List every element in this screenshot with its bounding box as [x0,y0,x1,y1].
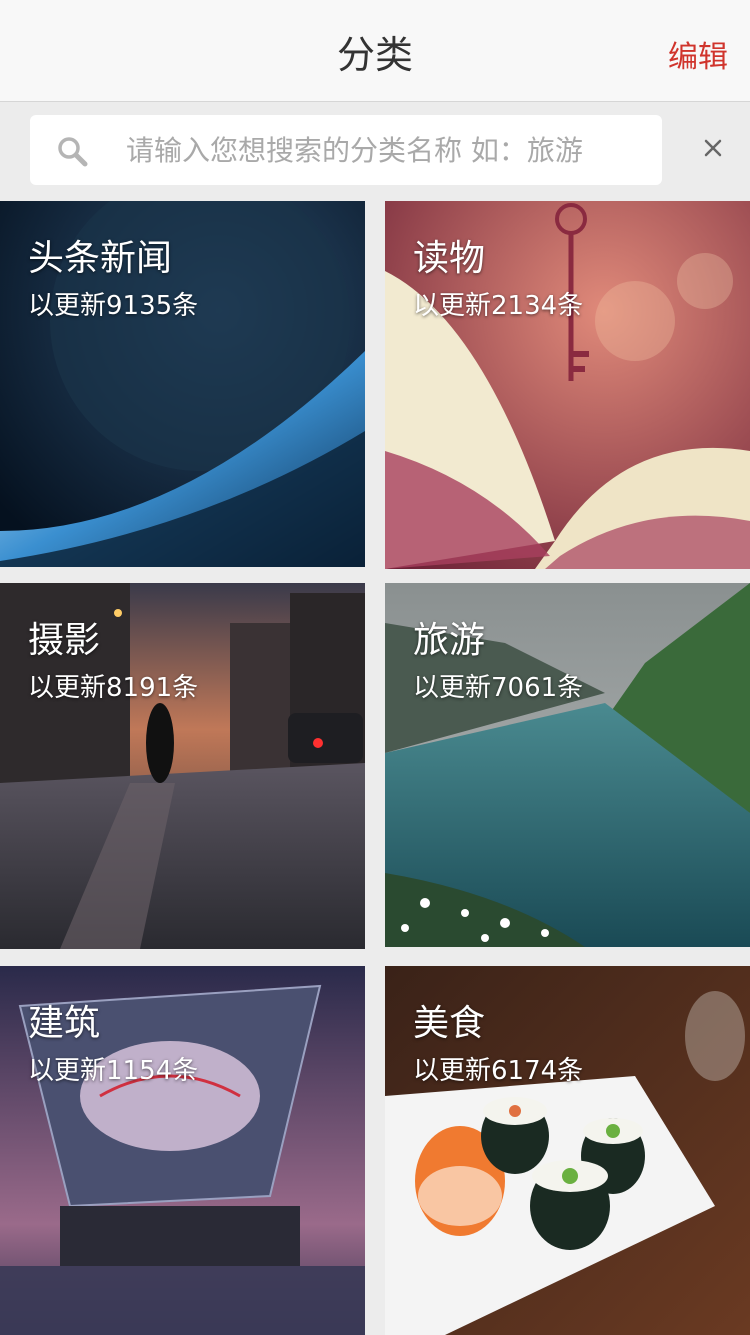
category-count: 以更新2134条 [413,291,584,321]
category-title: 头条新闻 [28,238,173,279]
category-title: 摄影 [28,620,101,661]
top-nav-bar: 分类 编辑 [0,0,750,102]
category-card-food[interactable]: 美食 以更新6174条 [385,966,750,1335]
category-card-reading[interactable]: 读物 以更新2134条 [385,201,750,569]
category-count: 以更新9135条 [28,291,199,321]
search-input[interactable] [126,115,646,185]
category-card-photography[interactable]: 摄影 以更新8191条 [0,583,365,949]
category-card-headlines[interactable]: 头条新闻 以更新9135条 [0,201,365,567]
category-title: 美食 [413,1003,486,1044]
category-title: 旅游 [413,620,486,661]
category-count: 以更新6174条 [413,1056,584,1086]
category-count: 以更新8191条 [28,673,199,703]
category-card-architecture[interactable]: 建筑 以更新1154条 [0,966,365,1335]
category-title: 读物 [413,238,486,279]
category-title: 建筑 [28,1003,101,1044]
page-title: 分类 [336,33,413,77]
search-box[interactable] [30,115,662,185]
category-count: 以更新7061条 [413,673,584,703]
search-icon [58,137,88,167]
close-icon[interactable] [698,133,728,163]
edit-button[interactable]: 编辑 [668,32,728,76]
search-bar [0,103,750,200]
category-card-travel[interactable]: 旅游 以更新7061条 [385,583,750,947]
category-count: 以更新1154条 [28,1056,199,1086]
